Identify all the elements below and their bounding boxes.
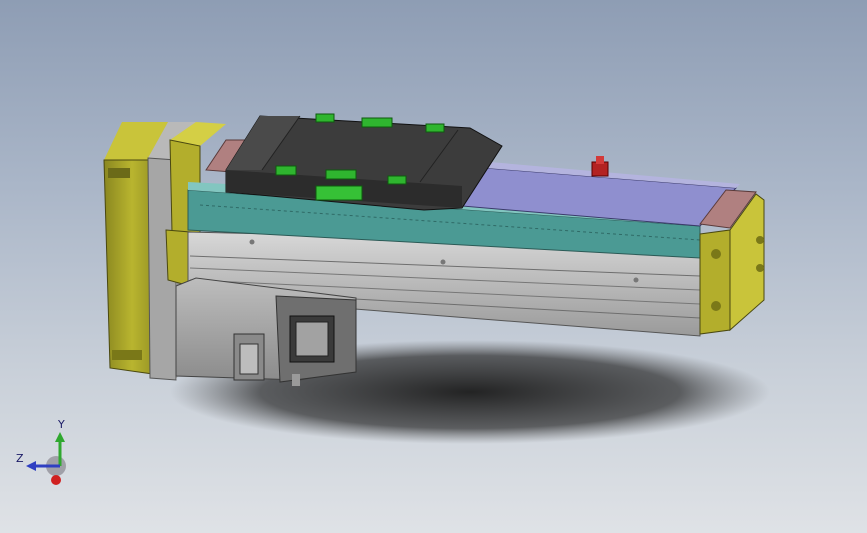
coordinate-triad[interactable] bbox=[26, 432, 66, 485]
connector[interactable] bbox=[425, 123, 445, 133]
actuator-model[interactable] bbox=[0, 0, 867, 533]
connector[interactable] bbox=[387, 175, 407, 185]
z-axis-label: Z bbox=[16, 452, 24, 465]
connector[interactable] bbox=[325, 169, 357, 180]
z-axis-arrow bbox=[26, 461, 36, 471]
connector[interactable] bbox=[315, 113, 335, 123]
connector[interactable] bbox=[315, 185, 363, 201]
graphics-viewport[interactable]: Y Z bbox=[0, 0, 867, 533]
y-axis-label: Y bbox=[58, 418, 65, 431]
limit-switch[interactable] bbox=[591, 156, 609, 177]
y-axis-arrow bbox=[55, 432, 65, 442]
x-axis-dot bbox=[51, 475, 61, 485]
connector[interactable] bbox=[361, 117, 393, 128]
servo-motor[interactable] bbox=[175, 277, 357, 386]
connector[interactable] bbox=[275, 165, 297, 176]
carriage[interactable] bbox=[225, 115, 503, 211]
